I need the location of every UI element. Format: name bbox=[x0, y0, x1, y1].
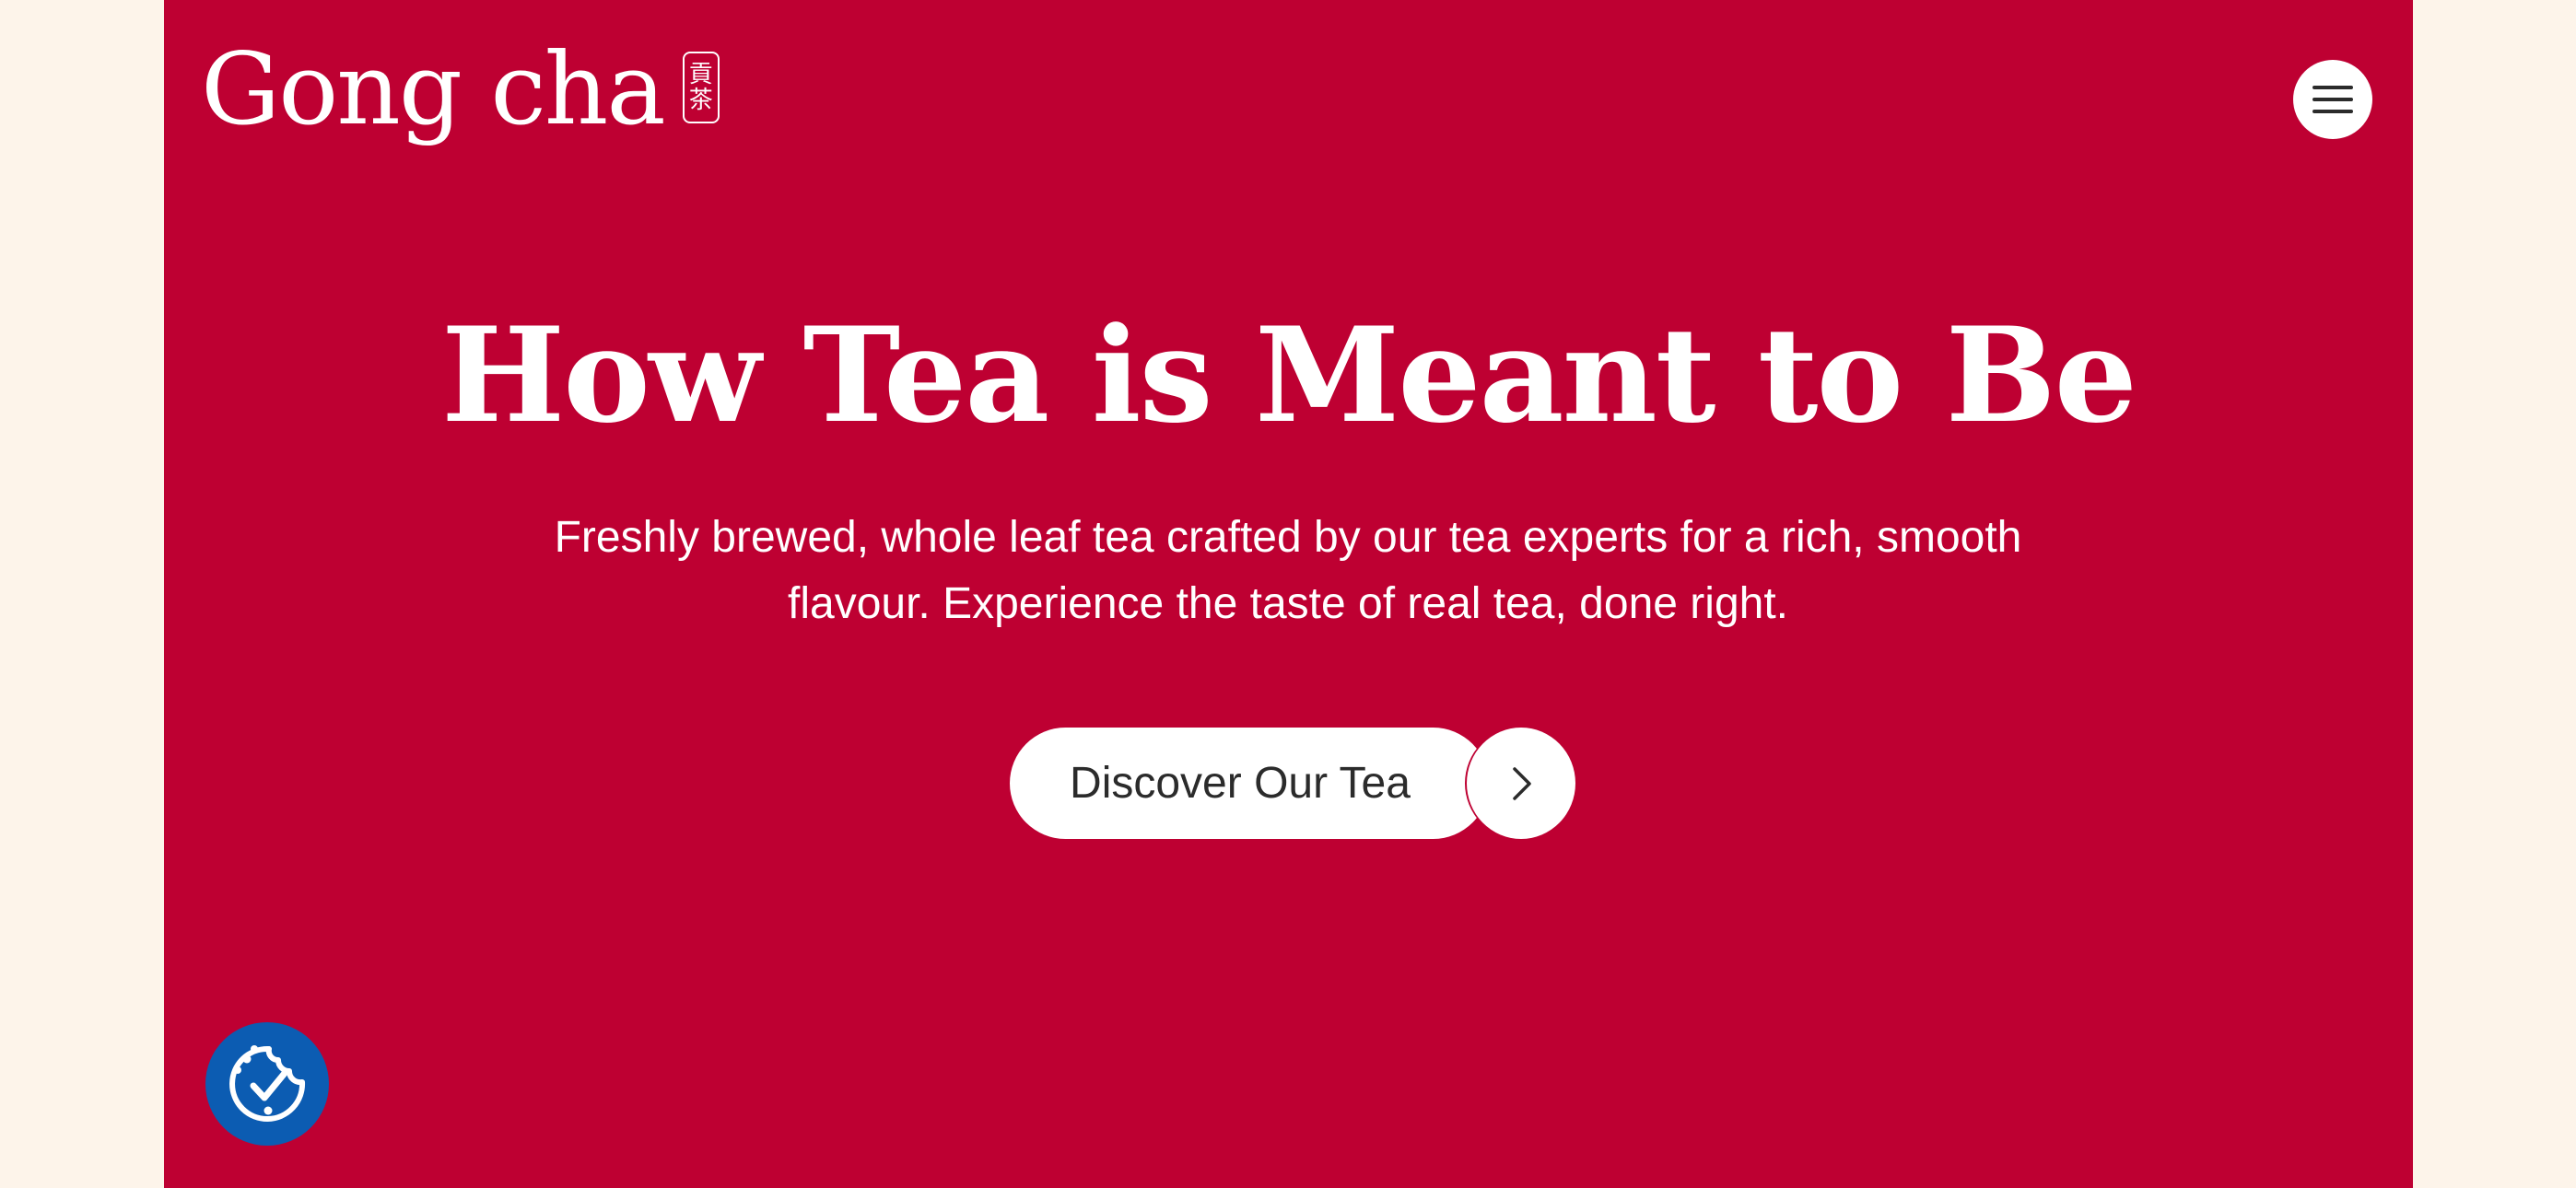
chevron-right-icon[interactable] bbox=[1467, 728, 1575, 839]
cookie-consent-button[interactable] bbox=[205, 1022, 329, 1146]
cookie-check-icon bbox=[229, 1045, 306, 1122]
brand-seal-icon: 貢 茶 bbox=[682, 52, 720, 123]
hero-section: Gong cha 貢 茶 How Tea is Meant to Be Fres… bbox=[164, 0, 2413, 1188]
menu-button[interactable] bbox=[2293, 60, 2372, 139]
discover-tea-button-label[interactable]: Discover Our Tea bbox=[1010, 728, 1489, 839]
brand-logo[interactable]: Gong cha 貢 茶 bbox=[201, 33, 720, 153]
discover-tea-button[interactable]: Discover Our Tea bbox=[1010, 728, 1575, 839]
brand-seal-char-1: 貢 bbox=[688, 61, 713, 88]
hamburger-menu-icon-bar bbox=[2313, 110, 2353, 113]
page: Gong cha 貢 茶 How Tea is Meant to Be Fres… bbox=[0, 0, 2576, 1188]
brand-logo-wordmark: Gong cha bbox=[201, 32, 666, 147]
hamburger-menu-icon-bar bbox=[2313, 98, 2353, 101]
hero-description: Freshly brewed, whole leaf tea crafted b… bbox=[554, 513, 2022, 628]
hamburger-menu-icon-bar bbox=[2313, 86, 2353, 89]
brand-seal-char-2: 茶 bbox=[688, 87, 713, 114]
hero-headline: How Tea is Meant to Be bbox=[441, 299, 2137, 452]
